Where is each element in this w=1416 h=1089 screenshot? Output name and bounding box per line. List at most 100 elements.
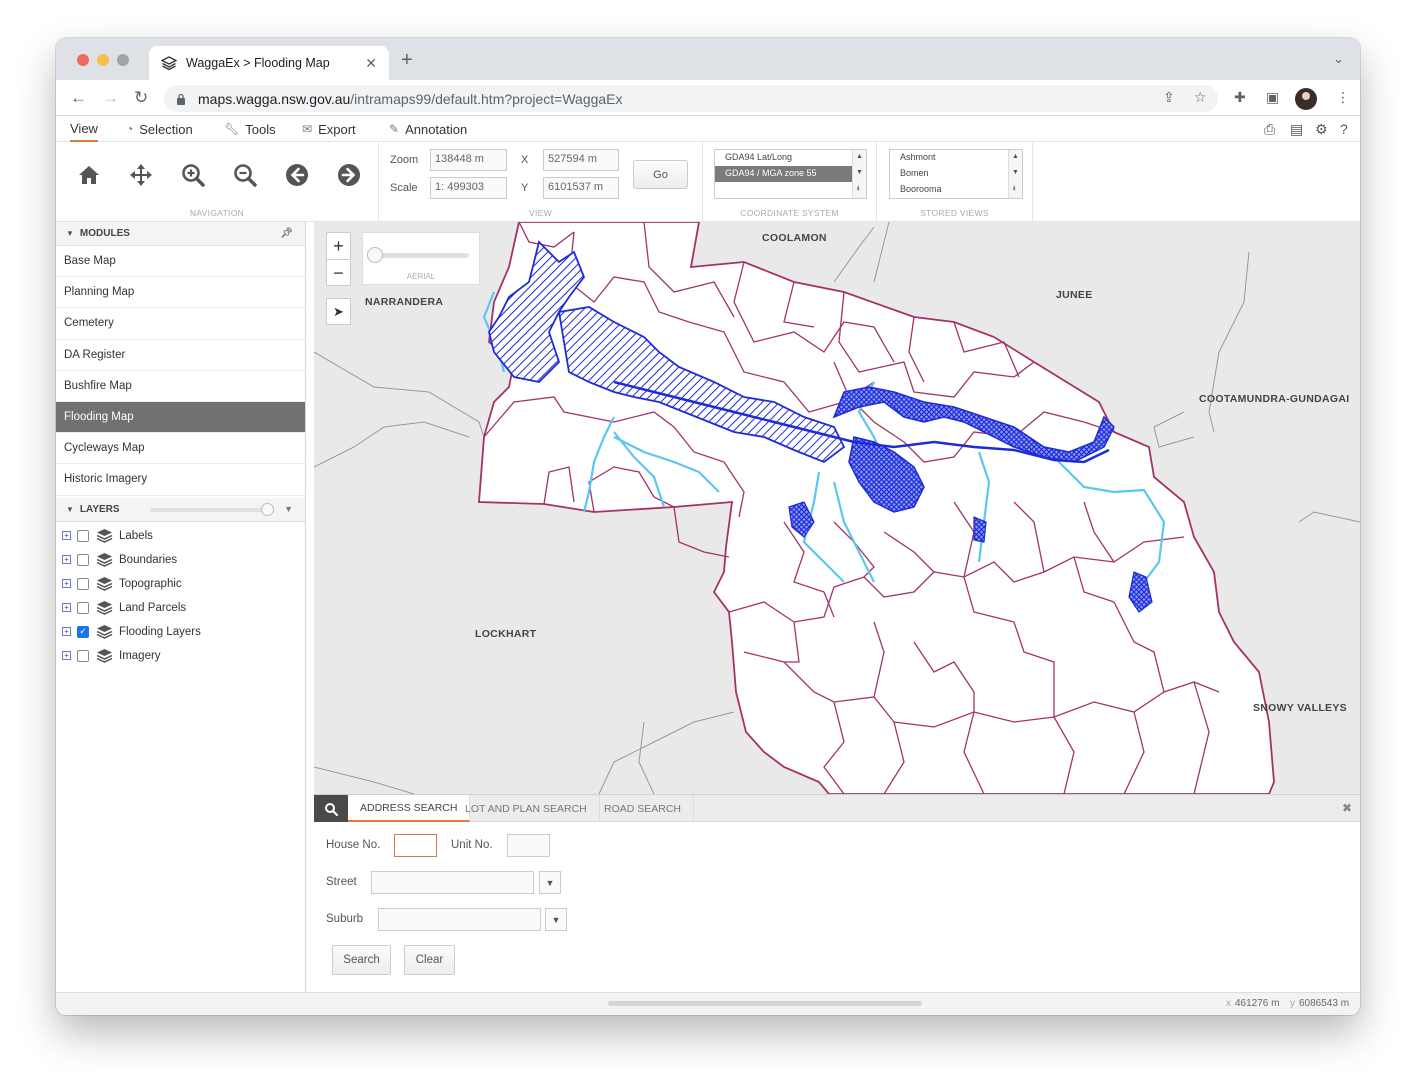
menu-selection[interactable]: ◔ Selection xyxy=(126,116,193,142)
house-number-input[interactable] xyxy=(394,834,437,857)
y-coordinate-field[interactable]: 6101537 m xyxy=(543,177,619,199)
layers-header[interactable]: ▼ LAYERS ▼ xyxy=(56,497,305,522)
profile-avatar[interactable] xyxy=(1295,88,1317,110)
layer-row-topographic[interactable]: + Topographic xyxy=(56,572,305,596)
side-panel-icon[interactable]: ▣ xyxy=(1266,89,1279,106)
layer-checkbox[interactable] xyxy=(77,553,89,566)
map-zoom-out-button[interactable]: − xyxy=(327,259,350,285)
expand-plus-icon[interactable]: + xyxy=(62,651,71,660)
scroll-down-arrow-icon[interactable]: ▼ xyxy=(856,169,863,176)
suburb-input[interactable] xyxy=(378,908,541,931)
document-icon[interactable]: ▤ xyxy=(1290,121,1303,138)
layer-checkbox-checked[interactable] xyxy=(77,625,89,638)
gear-icon[interactable]: ⚙ xyxy=(1315,121,1328,138)
zoom-window-button[interactable] xyxy=(117,54,129,66)
expand-plus-icon[interactable]: + xyxy=(62,579,71,588)
zoom-in-icon[interactable] xyxy=(180,162,206,188)
previous-extent-icon[interactable] xyxy=(284,162,310,188)
coordinate-list-scrollbar[interactable]: ▲ ▼ ⯯ xyxy=(852,150,866,198)
filter-icon[interactable]: ▼ xyxy=(284,504,293,514)
home-icon[interactable] xyxy=(76,162,102,188)
map-zoom-in-button[interactable]: + xyxy=(327,233,350,259)
module-cycleways-map[interactable]: Cycleways Map xyxy=(56,433,305,465)
new-tab-button[interactable]: + xyxy=(401,49,413,72)
aerial-slider-track[interactable] xyxy=(373,253,469,258)
browser-tab[interactable]: WaggaEx > Flooding Map ✕ xyxy=(149,46,389,80)
print-icon[interactable]: ⎙ xyxy=(1264,121,1275,138)
search-icon[interactable] xyxy=(314,795,348,822)
tab-close-icon[interactable]: ✕ xyxy=(365,55,377,72)
layer-checkbox[interactable] xyxy=(77,577,89,590)
module-bushfire-map[interactable]: Bushfire Map xyxy=(56,371,305,402)
module-flooding-map[interactable]: Flooding Map xyxy=(56,401,305,434)
layer-row-flooding-layers[interactable]: + Flooding Layers xyxy=(56,620,305,644)
scroll-end-arrow-icon[interactable]: ⯯ xyxy=(1012,185,1016,193)
module-da-register[interactable]: DA Register xyxy=(56,340,305,371)
extensions-puzzle-icon[interactable]: ✚ xyxy=(1234,89,1246,106)
pan-move-icon[interactable] xyxy=(128,162,154,188)
reload-icon[interactable]: ↻ xyxy=(134,88,148,108)
suburb-dropdown-arrow-icon[interactable]: ▼ xyxy=(545,908,567,931)
tab-search-chevron-icon[interactable]: ⌄ xyxy=(1333,51,1344,67)
street-input[interactable] xyxy=(371,871,534,894)
stored-view-option[interactable]: Bomen xyxy=(890,166,1022,182)
pointer-select-icon[interactable]: ➤ xyxy=(326,298,351,325)
layer-row-labels[interactable]: + Labels xyxy=(56,524,305,548)
close-window-button[interactable] xyxy=(77,54,89,66)
coordinate-system-option-selected[interactable]: GDA94 / MGA zone 55 xyxy=(715,166,866,182)
coordinate-system-list[interactable]: GDA94 Lat/Long GDA94 / MGA zone 55 ▲ ▼ ⯯ xyxy=(714,149,867,199)
scroll-up-arrow-icon[interactable]: ▲ xyxy=(856,153,863,160)
scroll-down-arrow-icon[interactable]: ▼ xyxy=(1012,169,1019,176)
map-canvas[interactable]: COOLAMON JUNEE NARRANDERA COOTAMUNDRA-GU… xyxy=(314,222,1360,794)
x-coordinate-field[interactable]: 527594 m xyxy=(543,149,619,171)
share-icon[interactable]: ⇪ xyxy=(1163,89,1175,106)
module-planning-map[interactable]: Planning Map xyxy=(56,277,305,309)
layer-row-land-parcels[interactable]: + Land Parcels xyxy=(56,596,305,620)
module-cemetery[interactable]: Cemetery xyxy=(56,308,305,340)
clear-button[interactable]: Clear xyxy=(404,945,455,975)
tab-lot-and-plan-search[interactable]: LOT AND PLAN SEARCH xyxy=(453,795,600,822)
menu-tools[interactable]: 🔧︎ Tools xyxy=(224,116,276,142)
collapse-caret-icon[interactable]: ▼ xyxy=(66,229,74,238)
menu-export[interactable]: ✉ Export xyxy=(302,116,356,142)
coordinate-system-option[interactable]: GDA94 Lat/Long xyxy=(715,150,866,166)
go-button[interactable]: Go xyxy=(633,160,688,189)
collapse-caret-icon[interactable]: ▼ xyxy=(66,505,74,514)
module-historic-imagery[interactable]: Historic Imagery xyxy=(56,464,305,496)
expand-plus-icon[interactable]: + xyxy=(62,603,71,612)
expand-plus-icon[interactable]: + xyxy=(62,531,71,540)
layer-row-boundaries[interactable]: + Boundaries xyxy=(56,548,305,572)
aerial-slider-knob[interactable] xyxy=(367,247,383,263)
menu-view[interactable]: View xyxy=(70,116,98,142)
expand-plus-icon[interactable]: + xyxy=(62,627,71,636)
help-icon[interactable]: ? xyxy=(1340,121,1348,137)
horizontal-scrollbar[interactable] xyxy=(608,1001,922,1006)
close-search-icon[interactable]: ✖ xyxy=(1342,801,1352,815)
layer-checkbox[interactable] xyxy=(77,529,89,542)
search-button[interactable]: Search xyxy=(332,945,391,975)
pin-icon[interactable]: 📌︎ xyxy=(280,228,293,239)
modules-header[interactable]: ▼ MODULES 📌︎ xyxy=(56,222,305,246)
forward-arrow-icon[interactable]: → xyxy=(102,88,119,108)
menu-annotation[interactable]: ✎ Annotation xyxy=(389,116,467,142)
stored-view-option[interactable]: Boorooma xyxy=(890,182,1022,198)
stored-view-option[interactable]: Ashmont xyxy=(890,150,1022,166)
bookmark-star-icon[interactable]: ☆ xyxy=(1194,89,1207,106)
kebab-menu-icon[interactable]: ⋮ xyxy=(1336,89,1350,106)
layer-checkbox[interactable] xyxy=(77,601,89,614)
tab-road-search[interactable]: ROAD SEARCH xyxy=(592,795,695,822)
minimize-window-button[interactable] xyxy=(97,54,109,66)
scroll-end-arrow-icon[interactable]: ⯯ xyxy=(856,185,860,193)
stored-views-list[interactable]: Ashmont Bomen Boorooma ▲ ▼ ⯯ xyxy=(889,149,1023,199)
opacity-slider-knob[interactable] xyxy=(261,502,274,516)
street-dropdown-arrow-icon[interactable]: ▼ xyxy=(539,871,561,894)
zoom-field[interactable]: 138448 m xyxy=(430,149,507,171)
layer-opacity-slider[interactable] xyxy=(150,502,274,516)
layer-checkbox[interactable] xyxy=(77,649,89,662)
module-base-map[interactable]: Base Map xyxy=(56,246,305,278)
scale-field[interactable]: 1: 499303 xyxy=(430,177,507,199)
scroll-up-arrow-icon[interactable]: ▲ xyxy=(1012,153,1019,160)
zoom-out-icon[interactable] xyxy=(232,162,258,188)
next-extent-icon[interactable] xyxy=(336,162,362,188)
expand-plus-icon[interactable]: + xyxy=(62,555,71,564)
